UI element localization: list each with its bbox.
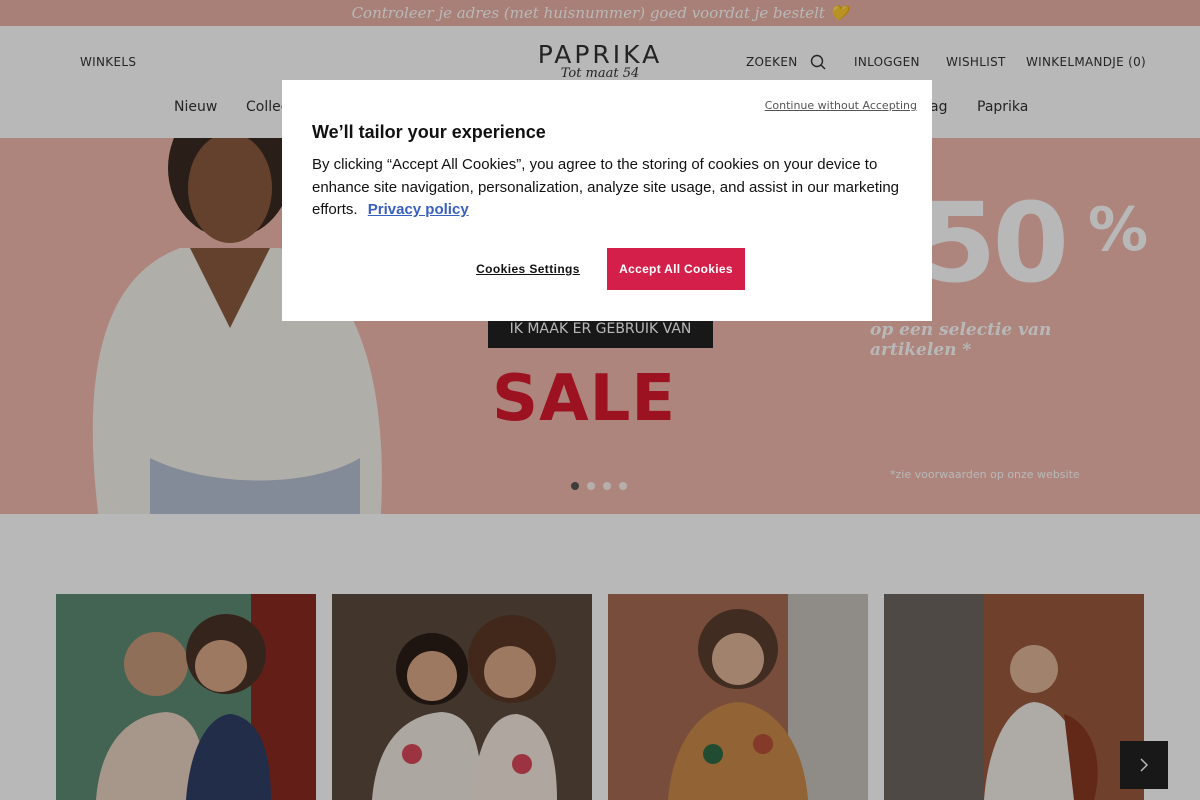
continue-without-accepting-link[interactable]: Continue without Accepting [765, 99, 917, 112]
cookie-dialog-body: By clicking “Accept All Cookies”, you ag… [312, 154, 912, 222]
privacy-policy-link[interactable]: Privacy policy [368, 201, 469, 218]
cookie-consent-dialog: Continue without Accepting We’ll tailor … [282, 80, 932, 321]
cookies-settings-button[interactable]: Cookies Settings [468, 248, 588, 290]
accept-all-cookies-button[interactable]: Accept All Cookies [607, 248, 745, 290]
cookie-dialog-title: We’ll tailor your experience [312, 122, 546, 142]
